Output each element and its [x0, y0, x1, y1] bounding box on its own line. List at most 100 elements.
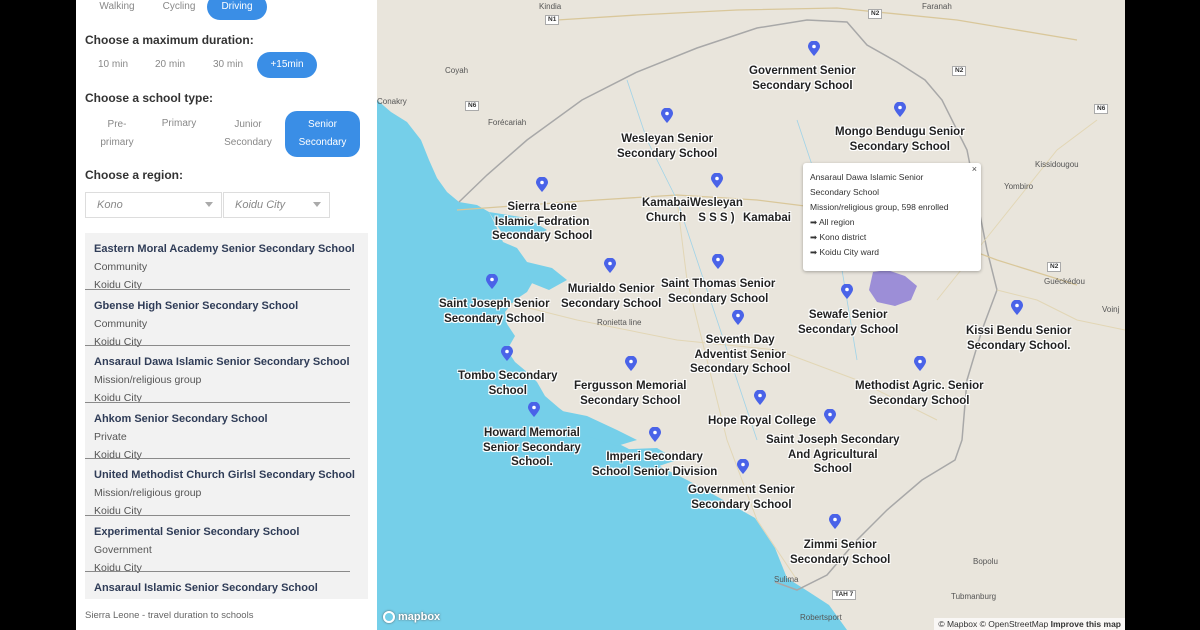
place-label: Forécariah [488, 118, 527, 127]
region-label: Choose a region: [85, 168, 184, 182]
school-type: Mission/religious group [94, 374, 202, 386]
place-label: Tubmanburg [951, 592, 997, 601]
school-type-preprimary-button[interactable]: Pre- primary [87, 111, 147, 157]
chevron-down-icon [313, 202, 321, 207]
list-item[interactable]: Ahkom Senior Secondary School Private Ko… [85, 403, 368, 461]
school-marker-icon[interactable] [604, 258, 616, 273]
place-label: Yombiro [1004, 182, 1034, 191]
school-label[interactable]: Kissi Bendu Senior Secondary School. [966, 324, 1071, 353]
school-marker-icon[interactable] [661, 108, 673, 123]
school-marker-icon[interactable] [528, 402, 540, 417]
school-label[interactable]: Methodist Agric. Senior Secondary School [855, 379, 984, 408]
school-type-primary-button[interactable]: Primary [149, 101, 209, 147]
school-marker-icon[interactable] [894, 102, 906, 117]
list-item[interactable]: Eastern Moral Academy Senior Secondary S… [85, 233, 368, 291]
close-icon[interactable]: × [972, 164, 977, 174]
school-label[interactable]: Wesleyan S S S ) [690, 196, 743, 225]
map-attribution: © Mapbox © OpenStreetMap Improve this ma… [934, 618, 1125, 630]
road-shield: TAH 7 [832, 590, 857, 600]
school-type-senior-secondary-button[interactable]: Senior Secondary [285, 111, 360, 157]
ward-select-value: Koidu City [235, 199, 286, 211]
school-marker-icon[interactable] [841, 284, 853, 299]
school-marker-icon[interactable] [754, 390, 766, 405]
school-type-junior-secondary-button[interactable]: Junior Secondary [217, 111, 279, 157]
school-marker-icon[interactable] [711, 173, 723, 188]
school-marker-icon[interactable] [486, 274, 498, 289]
list-item[interactable]: Ansaraul Dawa Islamic Senior Secondary S… [85, 346, 368, 404]
place-label: Conakry [377, 97, 407, 106]
list-item[interactable]: Experimental Senior Secondary School Gov… [85, 516, 368, 574]
school-type: Community [94, 317, 148, 330]
school-marker-icon[interactable] [649, 427, 661, 442]
school-label[interactable]: Hope Royal College [708, 414, 816, 429]
school-label[interactable]: Saint Joseph Senior Secondary School [439, 297, 550, 326]
duration-plus15-button[interactable]: +15min [257, 52, 317, 78]
isochrone-area [869, 270, 917, 306]
road-shield: N6 [1094, 104, 1109, 114]
school-label[interactable]: Sewafe Senior Secondary School [798, 308, 898, 337]
school-marker-icon[interactable] [829, 514, 841, 529]
school-label[interactable]: Mongo Bendugu Senior Secondary School [835, 125, 965, 154]
school-marker-icon[interactable] [824, 409, 836, 424]
school-label[interactable]: Fergusson Memorial Secondary School [574, 379, 686, 408]
duration-30-button[interactable]: 30 min [204, 52, 252, 78]
school-label[interactable]: Tombo Secondary School [458, 369, 557, 398]
mapbox-logo-icon [383, 611, 395, 623]
school-label[interactable]: Sierra Leone Islamic Fedration Secondary… [492, 200, 592, 244]
school-label[interactable]: Howard Memorial Senior Secondary School. [483, 426, 581, 470]
footer-caption: Sierra Leone - travel duration to school… [85, 610, 254, 621]
app-window: Walking Cycling Driving Choose a maximum… [76, 0, 1125, 630]
list-item[interactable]: Gbense High Senior Secondary School Comm… [85, 290, 368, 348]
ward-select[interactable]: Koidu City [223, 192, 330, 218]
school-type: Government [94, 543, 152, 556]
list-item[interactable]: United Methodist Church Girlsl Secondary… [85, 459, 368, 517]
mapbox-logo[interactable]: mapbox [383, 611, 440, 623]
school-marker-icon[interactable] [536, 177, 548, 192]
popup-link-ward[interactable]: ➡ Koidu City ward [810, 245, 981, 260]
school-label[interactable]: Saint Thomas Senior Secondary School [661, 277, 775, 306]
place-label: Robertsport [800, 613, 842, 622]
school-label[interactable]: Zimmi Senior Secondary School [790, 538, 890, 567]
school-label[interactable]: Murialdo Senior Secondary School [561, 282, 661, 311]
school-marker-icon[interactable] [712, 254, 724, 269]
duration-20-button[interactable]: 20 min [146, 52, 194, 78]
school-marker-icon[interactable] [914, 356, 926, 371]
popup-details: Mission/religious group, 598 enrolled [810, 202, 949, 212]
list-item[interactable]: Ansaraul Islamic Senior Secondary School [85, 572, 368, 599]
school-marker-icon[interactable] [625, 356, 637, 371]
school-name: Ansaraul Islamic Senior Secondary School [94, 582, 318, 594]
walking-button[interactable]: Walking [87, 0, 147, 20]
school-label[interactable]: Government Senior Secondary School [688, 483, 795, 512]
place-label: Sulima [774, 575, 799, 584]
driving-button[interactable]: Driving [207, 0, 267, 20]
school-type: Community [94, 261, 148, 273]
school-marker-icon[interactable] [1011, 300, 1023, 315]
attribution-mapbox-link[interactable]: © Mapbox [938, 619, 977, 629]
school-marker-icon[interactable] [808, 41, 820, 56]
school-marker-icon[interactable] [737, 459, 749, 474]
school-label[interactable]: Kamabai Church [642, 196, 690, 225]
road-shield: N2 [868, 9, 883, 19]
school-label[interactable]: Wesleyan Senior Secondary School [617, 132, 717, 161]
attribution-improve-link[interactable]: Improve this map [1051, 619, 1121, 629]
duration-10-button[interactable]: 10 min [89, 52, 137, 78]
cycling-button[interactable]: Cycling [149, 0, 209, 20]
road-shield: N1 [545, 15, 560, 25]
school-name: Eastern Moral Academy Senior Secondary S… [94, 243, 355, 255]
school-label[interactable]: Saint Joseph Secondary And Agricultural … [766, 433, 900, 477]
popup-link-district[interactable]: ➡ Kono district [810, 230, 981, 245]
attribution-osm-link[interactable]: © OpenStreetMap [980, 619, 1049, 629]
school-label[interactable]: Government Senior Secondary School [749, 64, 856, 93]
map-view[interactable]: Kindia Faranah Coyah Conakry Forécariah … [377, 0, 1125, 630]
school-label[interactable]: Seventh Day Adventist Senior Secondary S… [690, 333, 790, 377]
district-select[interactable]: Kono [85, 192, 222, 218]
school-name: Experimental Senior Secondary School [94, 525, 300, 538]
school-list[interactable]: Eastern Moral Academy Senior Secondary S… [85, 233, 368, 599]
popup-title: Ansaraul Dawa Islamic Senior Secondary S… [810, 172, 924, 197]
popup-link-region[interactable]: ➡ All region [810, 215, 981, 230]
school-marker-icon[interactable] [501, 346, 513, 361]
road-shield: N2 [1047, 262, 1062, 272]
school-label[interactable]: Imperi Secondary School Senior Division [592, 450, 717, 479]
school-label[interactable]: Kamabai [743, 211, 791, 226]
school-marker-icon[interactable] [732, 310, 744, 325]
